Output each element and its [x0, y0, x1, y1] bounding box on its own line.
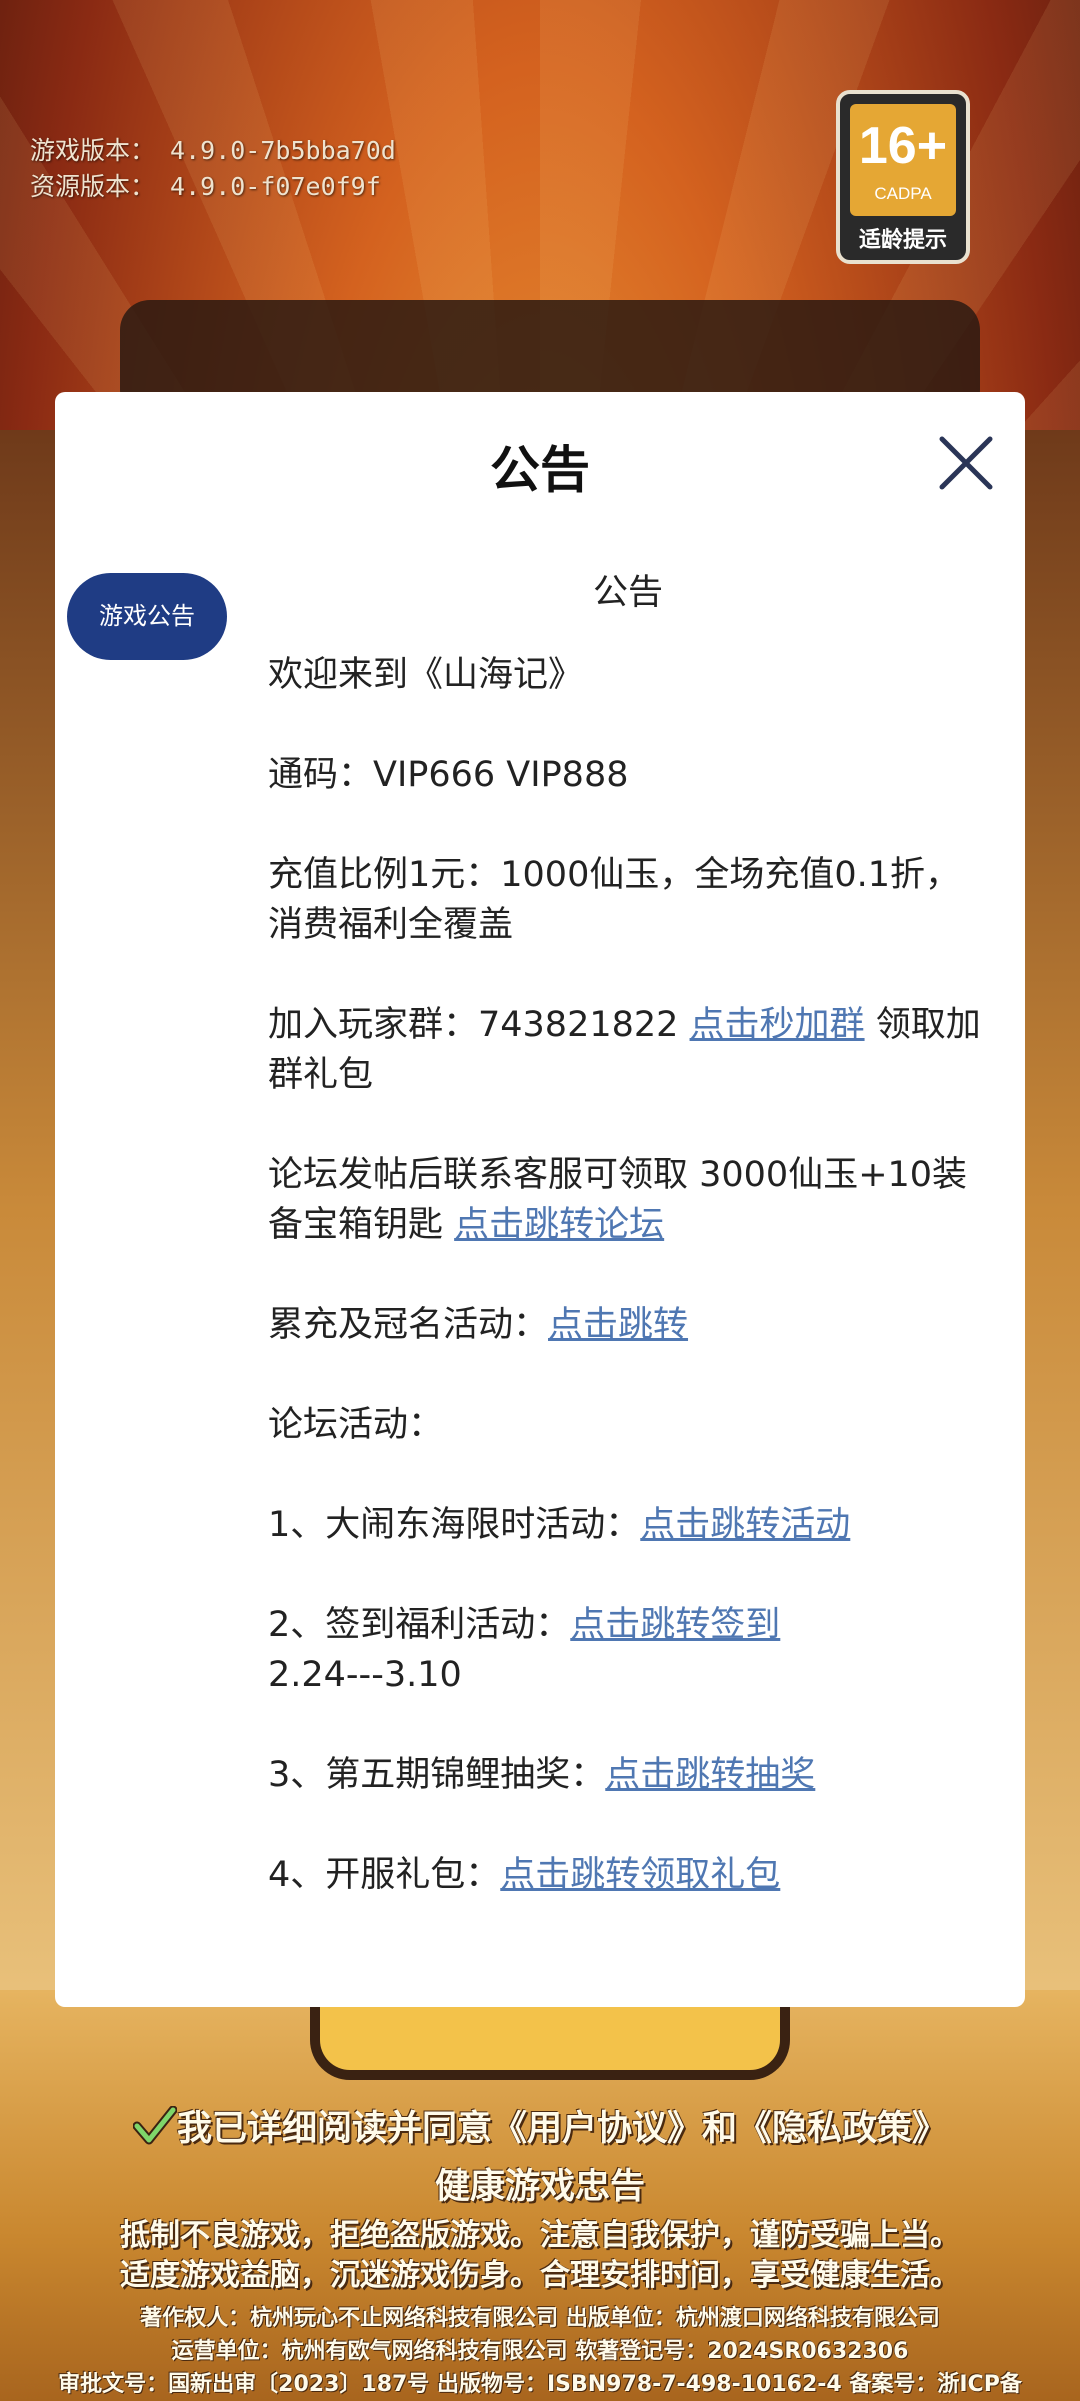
agree-text: 我已详细阅读并同意	[176, 2109, 492, 2149]
checkbox-checked-icon[interactable]	[132, 2105, 178, 2146]
agreement-row: 我已详细阅读并同意《用户协议》和《隐私政策》	[0, 2100, 1080, 2151]
activity-item-4-label: 4、开服礼包：	[268, 1855, 501, 1895]
version-info: 游戏版本： 4.9.0-7b5bba70d 资源版本： 4.9.0-f07e0f…	[30, 133, 396, 205]
activity-item-1-label: 1、大闹东海限时活动：	[268, 1505, 641, 1545]
copyright-line-2: 运营单位：杭州有欧气网络科技有限公司 软著登记号：2024SR0632306	[171, 2339, 909, 2364]
health-advice-line-2: 适度游戏益脑，沉迷游戏伤身。合理安排时间，享受健康生活。	[120, 2258, 960, 2293]
activity-item-2: 2、签到福利活动：点击跳转签到 2.24---3.10	[268, 1600, 988, 1700]
activity-item-1-link[interactable]: 点击跳转活动	[640, 1505, 850, 1545]
background-right-decoration	[1020, 430, 1080, 1990]
and-text: 和	[702, 2109, 738, 2149]
copyright-line-1: 著作权人：杭州玩心不止网络科技有限公司 出版单位：杭州渡口网络科技有限公司	[140, 2306, 940, 2331]
close-button[interactable]	[936, 433, 996, 493]
accumulate-link[interactable]: 点击跳转	[548, 1305, 688, 1345]
recharge-text: 充值比例1元：1000仙玉，全场充值0.1折，消费福利全覆盖	[268, 855, 961, 945]
activity-item-1: 1、大闹东海限时活动：点击跳转活动	[268, 1500, 988, 1550]
activity-item-2-label: 2、签到福利活动：	[268, 1605, 571, 1645]
health-advice-title: 健康游戏忠告	[434, 2167, 645, 2207]
welcome-text: 欢迎来到《山海记》	[268, 655, 584, 695]
group-paragraph: 加入玩家群：743821822 点击秒加群 领取加群礼包	[268, 1000, 988, 1100]
activity-item-2-dates: 2.24---3.10	[268, 1655, 462, 1695]
tab-game-announcement[interactable]: 游戏公告	[67, 573, 227, 660]
checkmark-icon	[132, 2105, 178, 2145]
content-heading: 公告	[592, 573, 663, 613]
user-agreement-link[interactable]: 《用户协议》	[492, 2109, 702, 2149]
activity-item-3-link[interactable]: 点击跳转抽奖	[605, 1755, 815, 1795]
privacy-policy-link[interactable]: 《隐私政策》	[737, 2109, 947, 2149]
forum-link[interactable]: 点击跳转论坛	[454, 1205, 664, 1245]
age-rating-inner: 16+ CADPA	[850, 104, 956, 216]
code-text: 通码：VIP666 VIP888	[268, 755, 629, 795]
group-prefix: 加入玩家群：743821822	[268, 1005, 690, 1045]
activity-item-3-label: 3、第五期锦鲤抽奖：	[268, 1755, 606, 1795]
activity-item-4: 4、开服礼包：点击跳转领取礼包	[268, 1850, 988, 1900]
game-version: 游戏版本： 4.9.0-7b5bba70d	[30, 136, 396, 165]
announcement-content: 公告 欢迎来到《山海记》 通码：VIP666 VIP888 充值比例1元：100…	[268, 568, 988, 1950]
health-advice-line-1: 抵制不良游戏，拒绝盗版游戏。注意自我保护，谨防受骗上当。	[120, 2218, 960, 2253]
activity-item-2-link[interactable]: 点击跳转签到	[570, 1605, 780, 1645]
activity-item-3: 3、第五期锦鲤抽奖：点击跳转抽奖	[268, 1750, 988, 1800]
resource-version: 资源版本： 4.9.0-f07e0f9f	[30, 172, 381, 201]
join-group-link[interactable]: 点击秒加群	[690, 1005, 865, 1045]
age-rating-org: CADPA	[874, 184, 932, 203]
copyright-line-3: 审批文号：国新出审〔2023〕187号 出版物号：ISBN978-7-498-1…	[58, 2372, 1022, 2397]
accumulate-paragraph: 累充及冠名活动：点击跳转	[268, 1300, 988, 1350]
age-rating-badge[interactable]: 16+ CADPA 适龄提示	[836, 90, 970, 264]
age-rating-number: 16+	[858, 117, 948, 175]
game-login-screen: 游戏版本： 4.9.0-7b5bba70d 资源版本： 4.9.0-f07e0f…	[0, 0, 1080, 2401]
forum-paragraph: 论坛发帖后联系客服可领取 3000仙玉+10装备宝箱钥匙 点击跳转论坛	[268, 1150, 988, 1250]
activity-item-4-link[interactable]: 点击跳转领取礼包	[500, 1855, 780, 1895]
background-left-decoration	[0, 430, 60, 1990]
close-icon	[939, 436, 993, 490]
dialog-title: 公告	[490, 441, 590, 499]
age-rating-tip: 适龄提示	[858, 228, 947, 253]
forum-activity-heading: 论坛活动：	[268, 1405, 444, 1445]
accumulate-prefix: 累充及冠名活动：	[268, 1305, 549, 1345]
